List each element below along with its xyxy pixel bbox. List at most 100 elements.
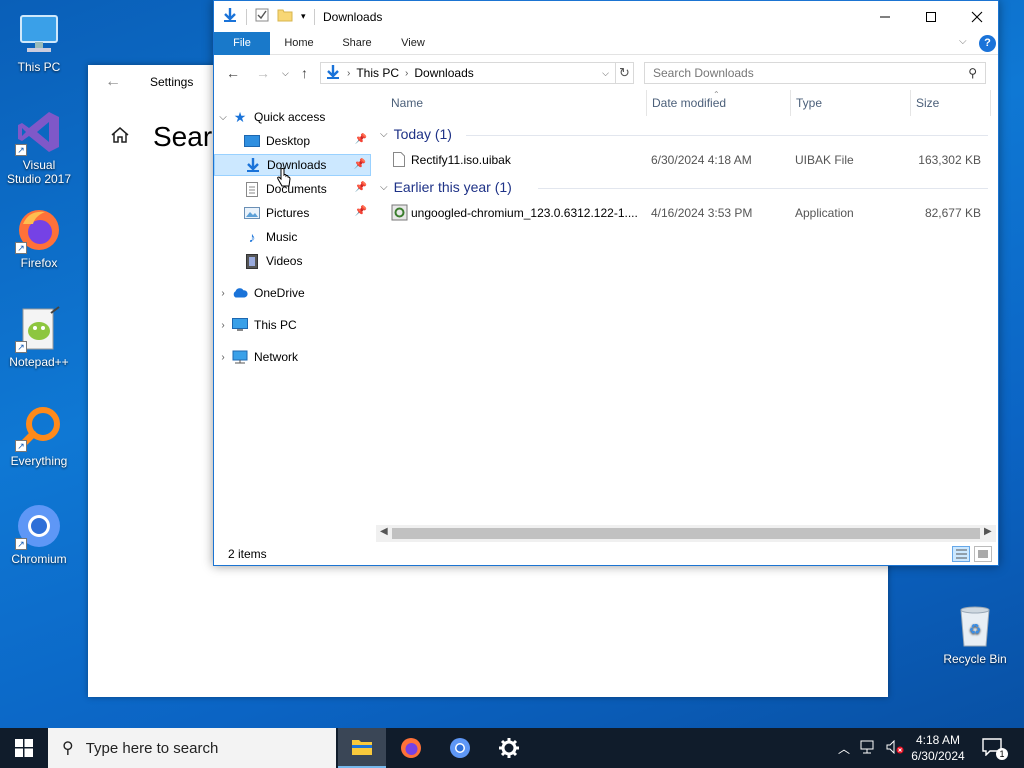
taskbar-settings[interactable] [485,728,533,768]
file-date: 4/16/2024 3:53 PM [651,206,753,220]
recent-locations-chevron-icon[interactable]: ⌵ [282,68,289,79]
start-button[interactable] [0,728,48,768]
desktop-icon-chromium[interactable]: ↗ Chromium [1,502,77,566]
pin-icon[interactable]: 📌 [355,206,367,217]
breadcrumb-this-pc[interactable]: This PC [356,66,399,80]
action-center-button[interactable]: 1 [982,738,1008,760]
desktop-icon-label: Firefox [20,256,58,270]
column-header-type[interactable]: Type [781,96,901,116]
details-view-button[interactable] [952,546,970,562]
minimize-button[interactable] [862,1,908,32]
nav-label: This PC [254,318,297,332]
horizontal-scrollbar[interactable]: ◀ ▶ [376,525,996,542]
network-status-icon[interactable] [860,740,876,757]
file-list[interactable]: Name ⌃ Date modified Type Size ⌵ Today (… [376,90,996,530]
breadcrumb-downloads[interactable]: Downloads [414,66,473,80]
shortcut-arrow-icon: ↗ [15,440,27,452]
group-chevron-icon[interactable]: ⌵ [380,129,388,140]
properties-icon[interactable] [255,8,269,25]
maximize-button[interactable] [908,1,954,32]
search-icon: ⚲ [62,740,74,757]
nav-item-documents[interactable]: Documents 📌 [214,178,371,200]
home-icon[interactable] [110,125,130,148]
pin-icon[interactable]: 📌 [355,134,367,145]
nav-item-downloads[interactable]: Downloads 📌 [214,154,371,176]
item-count: 2 items [228,547,267,561]
nav-this-pc[interactable]: › This PC [214,314,371,336]
desktop-icon-this-pc[interactable]: This PC [1,10,77,74]
nav-quick-access[interactable]: ⌵ ★ Quick access [214,106,371,128]
new-folder-icon[interactable] [277,8,293,25]
tab-share[interactable]: Share [334,32,380,55]
group-header-earlier-this-year[interactable]: ⌵ Earlier this year (1) [380,179,512,195]
up-arrow-icon[interactable]: ↑ [301,65,308,81]
nav-label: Pictures [266,206,310,220]
nav-network[interactable]: › Network [214,346,371,368]
group-chevron-icon[interactable]: ⌵ [380,182,388,193]
group-divider [538,188,988,189]
tab-home[interactable]: Home [276,32,322,55]
collapsed-chevron-icon[interactable]: › [214,288,232,299]
file-row-rectify11[interactable]: Rectify11.iso.uibak 6/30/2024 4:18 AM UI… [391,149,996,171]
expanded-chevron-icon[interactable]: ⌵ [214,112,232,123]
column-header-date-modified[interactable]: Date modified [637,96,781,116]
clock[interactable]: 4:18 AM 6/30/2024 [900,732,976,764]
group-header-today[interactable]: ⌵ Today (1) [380,126,452,142]
system-tray: ︿ [838,728,904,768]
nav-item-desktop[interactable]: Desktop 📌 [214,130,371,152]
nav-item-pictures[interactable]: Pictures 📌 [214,202,371,224]
desktop-icon-notepadpp[interactable]: ↗ Notepad++ [1,305,77,369]
customize-toolbar-chevron-icon[interactable]: ▾ [301,11,306,22]
nav-item-videos[interactable]: Videos [214,250,371,272]
expand-ribbon-chevron-icon[interactable]: ⌵ [959,36,967,47]
scrollbar-thumb[interactable] [392,528,980,539]
cloud-icon [232,285,248,301]
clock-time: 4:18 AM [915,733,961,747]
tab-file[interactable]: File [214,32,270,55]
downloads-icon [245,157,261,173]
desktop-icon-visual-studio[interactable]: ↗ Visual Studio 2017 [1,108,77,186]
taskbar-firefox[interactable] [387,728,435,768]
breadcrumb-separator-icon[interactable]: › [347,68,350,79]
back-arrow-icon[interactable]: ← [226,65,240,81]
address-bar[interactable]: › This PC › Downloads ⌵ [320,62,616,84]
nav-item-music[interactable]: ♪ Music [214,226,371,248]
computer-icon [232,317,248,333]
forward-arrow-icon[interactable]: → [256,65,270,81]
column-header-name[interactable]: Name [376,96,646,116]
file-explorer-window[interactable]: ▾ Downloads File Home Share View ⌵ ? ← →… [213,0,999,566]
pin-icon[interactable]: 📌 [354,159,366,170]
pin-icon[interactable]: 📌 [355,182,367,193]
nav-label: Videos [266,254,303,268]
address-history-chevron-icon[interactable]: ⌵ [602,68,609,79]
taskbar-search-box[interactable]: ⚲ Type here to search [48,728,336,768]
gear-icon [499,738,519,758]
desktop-icon-everything[interactable]: ↗ Everything [1,404,77,468]
breadcrumb-separator-icon[interactable]: › [405,68,408,79]
clock-date: 6/30/2024 [911,749,965,763]
file-row-ungoogled-chromium[interactable]: ungoogled-chromium_123.0.6312.122-1.... … [391,202,996,224]
show-hidden-icons-chevron-icon[interactable]: ︿ [838,740,850,757]
title-bar[interactable]: ▾ Downloads [214,1,998,32]
close-button[interactable] [954,1,1000,32]
help-icon[interactable]: ? [979,35,996,52]
large-icons-view-button[interactable] [974,546,992,562]
nav-onedrive[interactable]: › OneDrive [214,282,371,304]
column-header-size[interactable]: Size [901,96,981,116]
mouse-cursor-hand-icon [277,168,291,191]
tab-view[interactable]: View [392,32,434,55]
desktop-icon-recycle-bin[interactable]: ♻ Recycle Bin [937,602,1013,666]
computer-icon [15,10,63,58]
scroll-right-arrow-icon[interactable]: ▶ [984,526,992,537]
search-placeholder: Search Downloads [653,66,754,80]
file-name: Rectify11.iso.uibak [411,153,511,167]
collapsed-chevron-icon[interactable]: › [214,320,232,331]
desktop-icon-firefox[interactable]: ↗ Firefox [1,206,77,270]
refresh-button[interactable]: ↻ [616,62,634,84]
taskbar-file-explorer[interactable] [338,728,386,768]
collapsed-chevron-icon[interactable]: › [214,352,232,363]
back-arrow-icon[interactable]: ← [105,73,121,91]
taskbar-chromium[interactable] [436,728,484,768]
search-input[interactable]: Search Downloads ⚲ [644,62,986,84]
scroll-left-arrow-icon[interactable]: ◀ [380,526,388,537]
